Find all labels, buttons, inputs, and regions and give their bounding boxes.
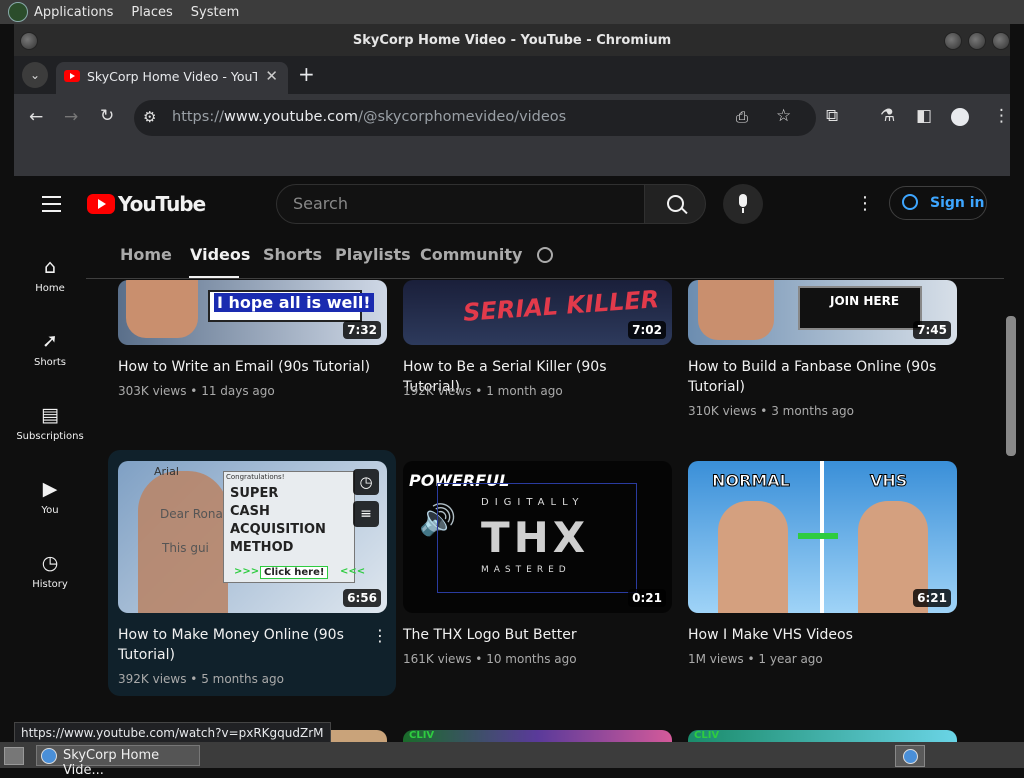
close-window-button[interactable] — [992, 32, 1010, 50]
taskbar-window-button[interactable]: SkyCorp Home Vide... — [36, 745, 200, 778]
url-text[interactable]: https://www.youtube.com/@skycorphomevide… — [172, 109, 566, 125]
channel-search-icon[interactable] — [537, 247, 553, 263]
video-duration: 6:56 — [343, 589, 381, 607]
tab-playlists[interactable]: Playlists — [335, 245, 411, 264]
browser-tab[interactable]: SkyCorp Home Video - YouTube ✕ — [56, 62, 288, 94]
tab-search-button[interactable]: ⌄ — [22, 62, 48, 88]
gnome-foot-icon[interactable] — [8, 2, 28, 22]
video-duration: 7:45 — [913, 321, 951, 339]
menu-places[interactable]: Places — [131, 5, 172, 20]
window-menu-icon[interactable] — [20, 32, 38, 50]
video-duration: 7:02 — [628, 321, 666, 339]
video-thumbnail[interactable]: JOIN HERE 7:45 — [688, 280, 957, 345]
extensions-icon[interactable]: ⧉ — [826, 106, 838, 126]
menu-applications[interactable]: Applications — [34, 5, 113, 20]
you-icon: ▶ — [42, 478, 58, 500]
chromium-icon — [903, 749, 918, 764]
subscriptions-icon: ▤ — [41, 404, 59, 426]
desktop-top-panel: Applications Places System — [0, 0, 1024, 24]
hamburger-menu-icon[interactable] — [42, 196, 61, 212]
home-icon: ⌂ — [43, 256, 57, 278]
history-icon: ◷ — [41, 552, 59, 574]
tabs-divider — [86, 278, 1004, 279]
youtube-logo-text[interactable]: YouTube — [118, 192, 206, 216]
profile-avatar-icon[interactable] — [951, 108, 969, 126]
video-thumbnail[interactable]: I hope all is well! 7:32 — [118, 280, 387, 345]
workspace-switcher[interactable] — [895, 745, 925, 767]
video-meta: 310K views • 3 months ago — [688, 404, 854, 418]
microphone-icon — [739, 194, 747, 207]
video-thumbnail[interactable]: Arial Dear Rona This gui Congratulations… — [118, 461, 387, 613]
side-panel-icon[interactable]: ◧ — [916, 106, 932, 126]
shorts-icon: ➚ — [42, 330, 58, 352]
new-tab-button[interactable]: + — [298, 62, 315, 86]
tab-videos[interactable]: Videos — [190, 245, 250, 264]
video-title[interactable]: How to Write an Email (90s Tutorial) — [118, 357, 378, 377]
video-title[interactable]: The THX Logo But Better — [403, 625, 663, 645]
tab-close-icon[interactable]: ✕ — [265, 67, 278, 85]
sidebar-item-you[interactable]: ▶ You — [14, 478, 86, 516]
video-meta: 192K views • 1 month ago — [403, 384, 563, 398]
bookmark-star-icon[interactable]: ☆ — [776, 106, 791, 126]
scrollbar-thumb[interactable] — [1006, 316, 1016, 456]
video-thumbnail[interactable]: SERIAL KILLER 7:02 — [403, 280, 672, 345]
minimize-button[interactable] — [944, 32, 962, 50]
video-thumbnail[interactable]: CLIV — [688, 730, 957, 742]
voice-search-button[interactable] — [723, 184, 763, 224]
tab-title: SkyCorp Home Video - YouTube — [87, 69, 257, 84]
tab-shorts[interactable]: Shorts — [263, 245, 322, 264]
link-status-bubble: https://www.youtube.com/watch?v=pxRKgqud… — [14, 722, 331, 744]
forward-icon[interactable]: → — [64, 107, 78, 127]
youtube-favicon-icon — [64, 70, 80, 82]
reload-icon[interactable]: ↻ — [100, 106, 114, 126]
video-thumbnail[interactable]: CLIV — [403, 730, 672, 742]
watch-later-icon[interactable]: ◷ — [353, 469, 379, 495]
video-actions-menu-icon[interactable]: ⋮ — [372, 626, 388, 645]
video-meta: 303K views • 11 days ago — [118, 384, 275, 398]
menu-system[interactable]: System — [191, 5, 239, 20]
sidebar-item-subscriptions[interactable]: ▤ Subscriptions — [14, 404, 86, 442]
video-meta: 161K views • 10 months ago — [403, 652, 577, 666]
sidebar-item-home[interactable]: ⌂ Home — [14, 256, 86, 294]
bookmarks-bar — [14, 142, 1010, 176]
show-desktop-icon[interactable] — [4, 747, 24, 765]
video-meta: 392K views • 5 months ago — [118, 672, 284, 686]
back-icon[interactable]: ← — [29, 107, 43, 127]
video-meta: 1M views • 1 year ago — [688, 652, 823, 666]
video-title[interactable]: How to Build a Fanbase Online (90s Tutor… — [688, 357, 948, 397]
video-thumbnail[interactable]: NORMAL VHS 6:21 — [688, 461, 957, 613]
window-title: SkyCorp Home Video - YouTube - Chromium — [14, 24, 1010, 56]
maximize-button[interactable] — [968, 32, 986, 50]
video-duration: 7:32 — [343, 321, 381, 339]
chromium-icon — [41, 748, 57, 764]
site-info-icon[interactable]: ⚙ — [143, 108, 156, 126]
video-title[interactable]: How I Make VHS Videos — [688, 625, 948, 645]
search-placeholder: Search — [293, 194, 348, 213]
video-thumbnail[interactable]: POWERFUL 🔊 DIGITALLY THX MASTERED 0:21 — [403, 461, 672, 613]
youtube-logo-icon[interactable] — [87, 194, 115, 214]
video-title[interactable]: How to Make Money Online (90s Tutorial) — [118, 625, 358, 665]
tab-home[interactable]: Home — [120, 245, 172, 264]
sign-in-button[interactable]: Sign in — [889, 186, 987, 220]
search-button[interactable] — [644, 184, 706, 224]
chrome-menu-icon[interactable]: ⋮ — [993, 106, 1010, 126]
video-duration: 0:21 — [628, 589, 666, 607]
video-duration: 6:21 — [913, 589, 951, 607]
tab-community[interactable]: Community — [420, 245, 522, 264]
labs-flask-icon[interactable]: ⚗ — [880, 106, 895, 126]
install-app-icon[interactable]: ⎙ — [736, 108, 748, 126]
more-options-icon[interactable]: ⋮ — [856, 193, 874, 214]
sidebar-item-shorts[interactable]: ➚ Shorts — [14, 330, 86, 368]
add-to-queue-icon[interactable]: ≡ — [353, 501, 379, 527]
account-icon — [902, 194, 918, 210]
sidebar-item-history[interactable]: ◷ History — [14, 552, 86, 590]
